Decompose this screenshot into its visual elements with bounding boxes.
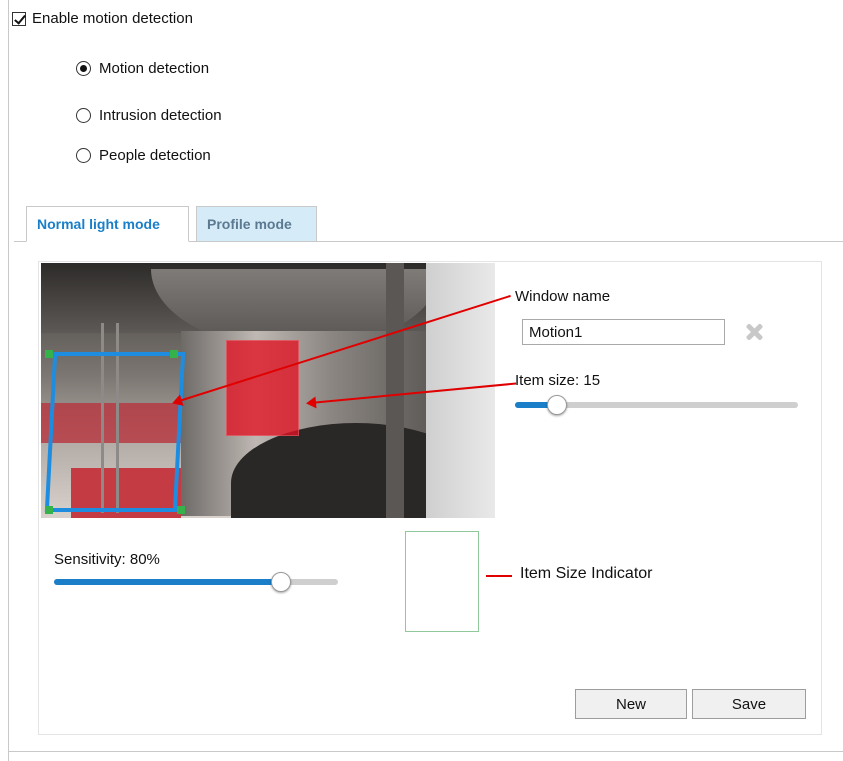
item-size-label: Item size: 15 [515,372,601,389]
motion-window-overlay[interactable] [226,340,299,436]
sensitivity-slider[interactable] [54,572,338,592]
resize-handle-top-left[interactable] [45,350,53,358]
radio-button[interactable] [76,61,91,76]
item-size-slider[interactable] [515,395,798,415]
resize-handle-bottom-left[interactable] [45,506,53,514]
enable-motion-checkbox[interactable] [12,11,26,26]
radio-intrusion-detection[interactable]: Intrusion detection [76,107,222,124]
resize-handle-top-right[interactable] [170,350,178,358]
save-button[interactable]: Save [692,689,806,719]
enable-motion-row[interactable]: Enable motion detection [12,10,193,27]
sensitivity-slider-fill [54,579,282,585]
radio-label: Intrusion detection [99,107,222,124]
window-name-input[interactable] [522,319,725,345]
indicator-annotation-line [486,575,512,577]
radio-label: People detection [99,147,211,164]
page-frame-bottom [8,751,843,752]
item-size-indicator-label: Item Size Indicator [520,565,653,582]
tab-profile-mode[interactable]: Profile mode [196,206,317,242]
enable-motion-label: Enable motion detection [32,10,193,27]
radio-motion-detection[interactable]: Motion detection [76,60,209,77]
tab-normal-light-mode[interactable]: Normal light mode [26,206,189,242]
resize-handle-bottom-right[interactable] [177,506,185,514]
delete-x-icon[interactable] [746,324,762,340]
radio-label: Motion detection [99,60,210,77]
item-size-indicator-box [405,531,479,632]
radio-button[interactable] [76,108,91,123]
radio-button[interactable] [76,148,91,163]
sensitivity-label: Sensitivity: 80% [54,551,160,568]
item-size-window[interactable] [44,352,186,512]
new-button[interactable]: New [575,689,687,719]
window-name-label: Window name [515,288,611,305]
radio-people-detection[interactable]: People detection [76,147,211,164]
scene-pillar [386,263,404,518]
